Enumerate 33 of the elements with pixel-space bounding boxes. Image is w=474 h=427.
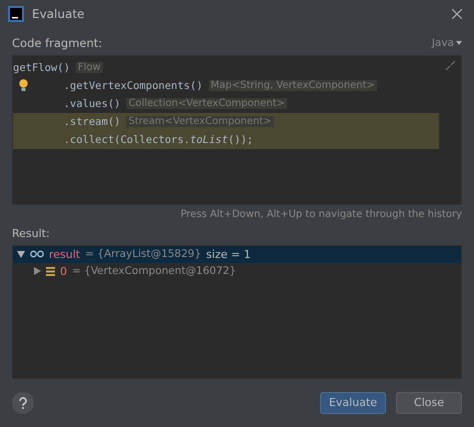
tree-row[interactable]: 0 = {VertexComponent@16072}: [13, 262, 461, 280]
list-icon: [46, 266, 55, 276]
close-button[interactable]: Close: [396, 392, 462, 414]
variable-value: = {ArrayList@15829}: [85, 248, 202, 260]
evaluate-button[interactable]: Evaluate: [320, 392, 386, 414]
language-dropdown[interactable]: Java: [432, 36, 462, 49]
type-hint: Stream<VertexComponent>: [126, 116, 274, 128]
code-editor[interactable]: getFlow() Flow .getVertexComponents() Map<String, VertexComponent> .values() Collection<VertexComponent> .stream() Stream<VertexComponent> .collect(Collectors.toList());: [12, 54, 462, 206]
collapsed-arrow-icon[interactable]: [33, 267, 41, 276]
code-line: .values() Collection<VertexComponent>: [62, 96, 288, 112]
code-fragment-label: Code fragment:: [12, 36, 102, 50]
lightbulb-icon[interactable]: [19, 78, 28, 91]
size-label: size = 1: [206, 248, 251, 261]
caret-icon[interactable]: [456, 40, 462, 45]
window-title: Evaluate: [32, 6, 86, 21]
code-line: getFlow() Flow: [13, 60, 104, 76]
type-hint: Flow: [76, 62, 103, 74]
result-label: Result:: [12, 227, 50, 240]
type-hint: Collection<VertexComponent>: [126, 98, 287, 110]
tree-row[interactable]: result = {ArrayList@15829} size = 1: [13, 246, 461, 263]
code-line: .getVertexComponents() Map<String, VertexComponent>: [13, 76, 439, 95]
variable-value: = {VertexComponent@16072}: [72, 265, 236, 278]
expanded-arrow-icon[interactable]: [17, 250, 25, 258]
collapse-icon[interactable]: [446, 60, 455, 70]
close-icon[interactable]: [452, 8, 462, 19]
variable-name: result: [49, 248, 80, 261]
question-mark-icon: [18, 396, 28, 409]
history-hint: Press Alt+Down, Alt+Up to navigate through the history: [180, 209, 462, 220]
type-hint: Map<String, VertexComponent>: [208, 80, 377, 92]
variable-name: 0: [60, 264, 67, 278]
app-logo-icon: [8, 6, 24, 22]
glasses-icon: [30, 250, 44, 258]
help-button[interactable]: [12, 392, 34, 414]
